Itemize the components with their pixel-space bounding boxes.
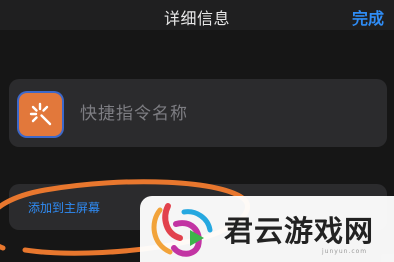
shortcut-name-card <box>9 79 387 147</box>
shortcut-icon-button[interactable] <box>19 93 62 136</box>
shortcut-details-screen: 详细信息 完成 添加到主屏幕 <box>0 0 394 262</box>
navigation-bar: 详细信息 完成 <box>0 0 394 30</box>
watermark-domain: junyun.com <box>322 248 368 255</box>
add-to-home-screen-label[interactable]: 添加到主屏幕 <box>28 199 100 216</box>
watermark: 君云游戏网 junyun.com <box>140 196 394 262</box>
watermark-logo-icon <box>151 203 213 257</box>
watermark-text: 君云游戏网 <box>224 214 375 248</box>
done-button[interactable]: 完成 <box>352 5 384 29</box>
magic-sparkle-icon <box>29 102 52 126</box>
shortcut-name-input[interactable] <box>80 101 370 127</box>
page-title: 详细信息 <box>163 9 230 28</box>
